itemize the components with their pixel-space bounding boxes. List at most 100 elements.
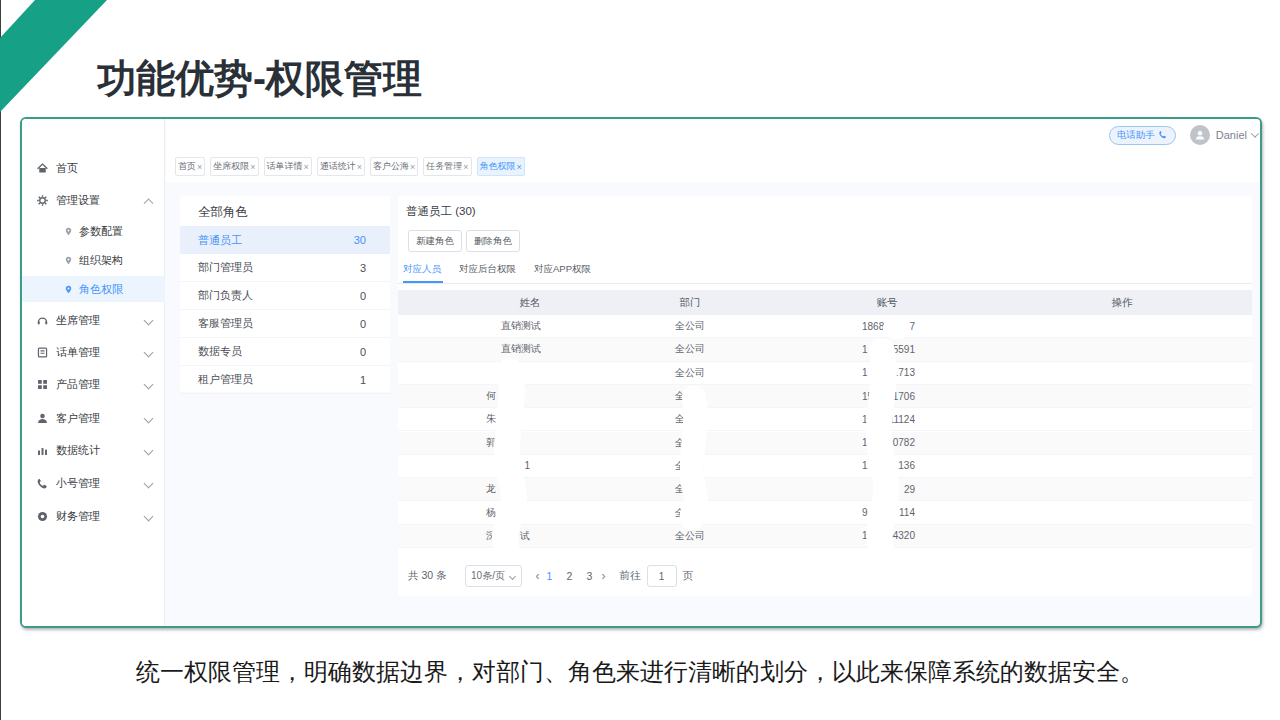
detail-tab-1[interactable]: 对应人员 xyxy=(403,263,441,281)
app-sidebar: 首页管理设置参数配置组织架构角色权限坐席管理话单管理产品管理客户管理数据统计小号… xyxy=(22,119,165,626)
cell-name: 朱 xyxy=(486,408,530,430)
role-name: 部门负责人 xyxy=(198,288,253,303)
tab-close-icon[interactable]: × xyxy=(357,162,362,172)
delete-role-button[interactable]: 删除角色 xyxy=(466,230,520,252)
table-row-4[interactable]: 何全公司1531706 xyxy=(398,385,1252,408)
nav-tab-3[interactable]: 话单详情× xyxy=(264,157,312,176)
tab-close-icon[interactable]: × xyxy=(517,162,522,172)
tab-close-icon[interactable]: × xyxy=(197,162,202,172)
sidebar-item-8[interactable]: 产品管理 xyxy=(22,371,165,397)
user-menu-chevron-icon[interactable] xyxy=(1251,129,1259,137)
sidebar-item-label: 客户管理 xyxy=(56,411,100,426)
role-detail-panel: 普通员工 (30) 新建角色 删除角色 对应人员对应后台权限对应APP权限 姓名… xyxy=(398,196,1252,596)
nav-tab-label: 话单详情 xyxy=(267,160,303,173)
coin-icon xyxy=(36,510,49,523)
page-number-2[interactable]: 2 xyxy=(560,570,580,582)
cell-account: 164320 xyxy=(862,525,915,547)
sidebar-item-6[interactable]: 坐席管理 xyxy=(22,307,165,333)
phone-icon xyxy=(1158,130,1168,140)
table-row-3[interactable]: 全公司11713 xyxy=(398,362,1252,385)
cell-name: 1 xyxy=(486,455,530,477)
role-item-3[interactable]: 部门负责人0 xyxy=(180,282,390,310)
nav-tab-2[interactable]: 坐席权限× xyxy=(210,157,258,176)
role-item-1[interactable]: 普通员工30 xyxy=(180,226,390,254)
tab-close-icon[interactable]: × xyxy=(304,162,309,172)
table-row-2[interactable]: 直销测试全公司15591 xyxy=(398,338,1252,361)
role-count: 0 xyxy=(360,346,366,358)
cell-account: 9114 xyxy=(862,501,915,523)
sidebar-item-2[interactable]: 管理设置 xyxy=(22,187,165,213)
page-number-3[interactable]: 3 xyxy=(580,570,600,582)
table-row-10[interactable]: 深试全公司164320 xyxy=(398,525,1252,548)
sidebar-item-9[interactable]: 客户管理 xyxy=(22,405,165,431)
sidebar-expand-chevron-icon xyxy=(144,413,154,423)
tab-close-icon[interactable]: × xyxy=(410,162,415,172)
page-number-1[interactable]: 1 xyxy=(540,570,560,582)
col-header-3: 账号 xyxy=(877,290,898,315)
cell-dept: 全公司 xyxy=(675,338,705,360)
sidebar-item-10[interactable]: 数据统计 xyxy=(22,437,165,463)
role-item-6[interactable]: 租户管理员1 xyxy=(180,366,390,394)
detail-tab-2[interactable]: 对应后台权限 xyxy=(459,263,516,281)
sidebar-item-1[interactable]: 首页 xyxy=(22,155,165,181)
nav-tab-1[interactable]: 首页× xyxy=(175,157,205,176)
role-item-4[interactable]: 客服管理员0 xyxy=(180,310,390,338)
nav-tab-4[interactable]: 通话统计× xyxy=(317,157,365,176)
home-icon xyxy=(36,162,49,175)
create-role-button[interactable]: 新建角色 xyxy=(408,230,462,252)
table-row-8[interactable]: 龙全公司29 xyxy=(398,478,1252,501)
headset-icon xyxy=(36,314,49,327)
sidebar-item-label: 管理设置 xyxy=(56,193,100,208)
sidebar-item-7[interactable]: 话单管理 xyxy=(22,339,165,365)
role-count: 3 xyxy=(360,262,366,274)
user-avatar[interactable] xyxy=(1190,125,1210,145)
tab-close-icon[interactable]: × xyxy=(250,162,255,172)
table-header-row: 姓名部门账号操作 xyxy=(398,290,1252,315)
sidebar-item-5[interactable]: 角色权限 xyxy=(22,276,165,302)
table-row-6[interactable]: 郭全公司10782 xyxy=(398,432,1252,455)
gear-icon xyxy=(36,194,49,207)
role-item-2[interactable]: 部门管理员3 xyxy=(180,254,390,282)
role-count: 30 xyxy=(354,234,366,246)
sidebar-item-3[interactable]: 参数配置 xyxy=(22,218,165,244)
role-name: 数据专员 xyxy=(198,344,242,359)
slide-caption: 统一权限管理，明确数据边界，对部门、角色来进行清晰的划分，以此来保障系统的数据安… xyxy=(0,656,1280,688)
sidebar-item-label: 角色权限 xyxy=(79,282,123,297)
user-icon xyxy=(36,412,49,425)
page-size-value: 10条/页 xyxy=(471,569,505,583)
sidebar-item-11[interactable]: 小号管理 xyxy=(22,470,165,496)
nav-tab-label: 首页 xyxy=(178,160,196,173)
sidebar-item-label: 话单管理 xyxy=(56,345,100,360)
nav-tab-5[interactable]: 客户公海× xyxy=(370,157,418,176)
nav-tab-6[interactable]: 任务管理× xyxy=(423,157,471,176)
sidebar-item-4[interactable]: 组织架构 xyxy=(22,247,165,273)
cell-dept: 全公司 xyxy=(675,501,705,523)
page-size-select[interactable]: 10条/页 xyxy=(465,565,522,587)
phone-assistant-button[interactable]: 电话助手 xyxy=(1109,126,1176,145)
table-row-5[interactable]: 朱全公司1811124 xyxy=(398,408,1252,431)
cell-dept: 全公司 xyxy=(675,478,705,500)
cell-dept: 全公司 xyxy=(675,315,705,337)
sidebar-item-label: 数据统计 xyxy=(56,443,100,458)
chart-icon xyxy=(36,444,49,457)
table-row-1[interactable]: 直销测试全公司186857 xyxy=(398,315,1252,338)
detail-tab-3[interactable]: 对应APP权限 xyxy=(534,263,591,281)
role-item-5[interactable]: 数据专员 0 xyxy=(180,338,390,366)
sidebar-item-12[interactable]: 财务管理 xyxy=(22,503,165,529)
user-name[interactable]: Daniel xyxy=(1216,129,1247,141)
tab-close-icon[interactable]: × xyxy=(463,162,468,172)
roles-panel: 全部角色 普通员工30部门管理员3部门负责人0客服管理员0数据专员0租户管理员1 xyxy=(180,196,390,392)
table-row-9[interactable]: 杨全公司9114 xyxy=(398,501,1252,524)
doc-icon xyxy=(36,346,49,359)
app-topbar: 电话助手 Daniel 首页×坐席权限×话单详情×通话统计×客户公海×任务管理×… xyxy=(166,119,1260,182)
table-row-7[interactable]: 1全公司1136 xyxy=(398,455,1252,478)
goto-page-input[interactable]: 1 xyxy=(647,565,677,587)
cell-account: 1136 xyxy=(862,455,915,477)
nav-tab-7[interactable]: 角色权限× xyxy=(477,157,525,176)
sidebar-expand-chevron-icon xyxy=(144,315,154,325)
cell-name: 郭 xyxy=(486,432,530,454)
cell-name: 直销测试 xyxy=(501,315,541,337)
sidebar-expand-chevron-icon xyxy=(144,445,154,455)
sidebar-item-label: 组织架构 xyxy=(79,253,123,268)
next-page-arrow[interactable]: › xyxy=(602,569,606,583)
